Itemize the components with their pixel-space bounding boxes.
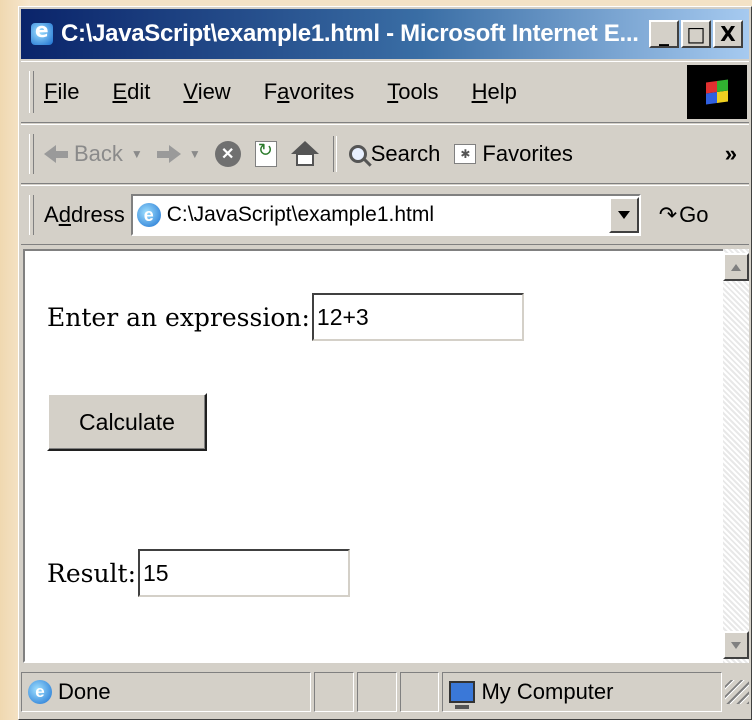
address-label: Address xyxy=(44,202,125,227)
status-panel-empty-3 xyxy=(399,672,440,712)
ie-page-icon: e xyxy=(136,203,161,227)
back-button[interactable]: Back ▼ xyxy=(44,141,143,167)
address-dropdown-button[interactable] xyxy=(608,197,639,233)
back-label: Back xyxy=(74,141,123,166)
page-done-icon: e xyxy=(28,680,52,704)
address-box: e xyxy=(130,194,641,236)
window-title: C:\JavaScript\example1.html - Microsoft … xyxy=(61,20,639,47)
close-button[interactable]: X xyxy=(713,20,743,48)
menu-edit[interactable]: Edit xyxy=(112,79,150,105)
stop-icon: ✕ xyxy=(214,141,241,167)
forward-button[interactable]: ▼ xyxy=(156,145,201,163)
go-arrow-icon: ↷ xyxy=(658,202,678,227)
status-text-panel: e Done xyxy=(21,672,311,712)
browser-window: C:\JavaScript\example1.html - Microsoft … xyxy=(18,6,752,720)
minimize-button[interactable]: _ xyxy=(649,20,679,48)
menu-favorites[interactable]: Favorites xyxy=(264,79,355,105)
menu-file[interactable]: File xyxy=(44,79,79,105)
address-grip[interactable] xyxy=(29,194,34,236)
menu-tools[interactable]: Tools xyxy=(387,79,438,105)
refresh-button[interactable] xyxy=(254,140,277,167)
search-icon xyxy=(348,145,367,163)
standard-toolbar: Back ▼ ▼ ✕ Search ✱ Favorites » xyxy=(21,124,749,184)
chevron-up-icon xyxy=(731,263,741,271)
result-label: Result: xyxy=(47,558,137,588)
toolbar-more-chevron[interactable]: » xyxy=(725,141,737,167)
address-bar: Address e ↷ Go xyxy=(21,185,749,245)
windows-flag-icon xyxy=(706,79,728,105)
chevron-down-icon xyxy=(731,641,741,649)
scroll-down-button[interactable] xyxy=(723,631,749,659)
toolbar-separator xyxy=(332,136,337,172)
caption-buttons: _ □ X xyxy=(649,20,743,48)
back-arrow-icon xyxy=(44,145,56,163)
expression-input[interactable]: 12+3 xyxy=(311,293,524,341)
result-output[interactable]: 15 xyxy=(138,549,351,597)
title-bar[interactable]: C:\JavaScript\example1.html - Microsoft … xyxy=(21,9,749,59)
refresh-icon xyxy=(254,140,277,167)
back-dropdown-icon[interactable]: ▼ xyxy=(131,147,143,161)
vertical-scrollbar[interactable] xyxy=(723,249,749,663)
menu-bar: File Edit View Favorites Tools Help xyxy=(21,61,749,123)
go-label: Go xyxy=(679,202,709,227)
expression-row: Enter an expression: 12+3 xyxy=(47,293,524,341)
menu-help[interactable]: Help xyxy=(472,79,517,105)
menu-view[interactable]: View xyxy=(183,79,230,105)
address-input[interactable] xyxy=(166,203,609,227)
expression-label: Enter an expression: xyxy=(47,302,310,332)
home-icon xyxy=(290,141,319,167)
result-row: Result: 15 xyxy=(47,549,351,597)
scroll-up-button[interactable] xyxy=(723,253,749,281)
zone-panel: My Computer xyxy=(442,672,723,712)
calculate-button[interactable]: Calculate xyxy=(47,393,207,451)
forward-arrow-icon xyxy=(168,145,181,163)
my-computer-icon xyxy=(449,681,476,709)
status-panel-empty-1 xyxy=(313,672,354,712)
zone-label: My Computer xyxy=(481,679,614,704)
toolbar-grip[interactable] xyxy=(29,133,34,175)
page-content: Enter an expression: 12+3 Calculate Resu… xyxy=(23,249,749,663)
throbber xyxy=(687,65,747,119)
maximize-button[interactable]: □ xyxy=(681,20,711,48)
forward-dropdown-icon[interactable]: ▼ xyxy=(189,147,201,161)
ie-page-icon xyxy=(31,18,53,45)
menu-grip[interactable] xyxy=(29,71,34,113)
status-bar: e Done My Computer xyxy=(21,667,750,717)
resize-grip[interactable] xyxy=(725,680,750,704)
search-label: Search xyxy=(370,141,441,166)
favorites-label: Favorites xyxy=(482,141,573,166)
status-panel-empty-2 xyxy=(356,672,397,712)
stop-button[interactable]: ✕ xyxy=(214,141,241,167)
go-button[interactable]: ↷ Go xyxy=(659,202,709,228)
search-button[interactable]: Search xyxy=(348,141,441,167)
status-text: Done xyxy=(58,679,111,704)
chevron-down-icon xyxy=(617,211,630,219)
favorites-button[interactable]: ✱ Favorites xyxy=(454,141,573,167)
home-button[interactable] xyxy=(290,141,319,167)
favorites-icon: ✱ xyxy=(454,144,477,164)
